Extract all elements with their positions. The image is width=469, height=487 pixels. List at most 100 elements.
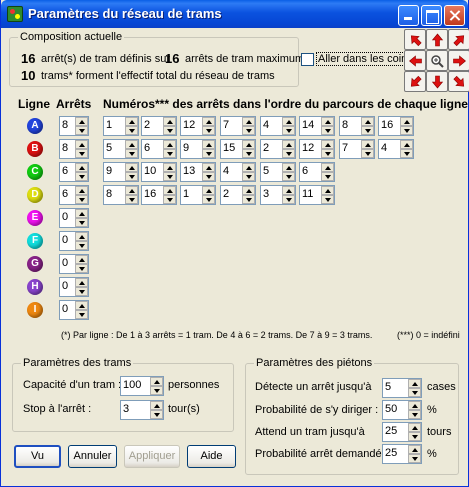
wait-spinner[interactable]: 25: [382, 422, 422, 442]
stop-number-spinner-c-6-up-button[interactable]: [321, 163, 334, 172]
stop-number-spinner-b-2-up-button[interactable]: [163, 140, 176, 149]
stops-spinner-e-down-button[interactable]: [75, 218, 88, 227]
stop-number-spinner-c-5-down-button[interactable]: [282, 172, 295, 181]
stop-number-spinner-d-4-down-button[interactable]: [242, 195, 255, 204]
stop-number-spinner-a-7-up-button[interactable]: [361, 117, 374, 126]
capacity-spinner[interactable]: 100: [120, 376, 164, 396]
stops-spinner-e-up-button[interactable]: [75, 209, 88, 218]
stop-number-spinner-d-2-down-button[interactable]: [163, 195, 176, 204]
stops-spinner-a-down-button[interactable]: [75, 126, 88, 135]
stops-spinner-f[interactable]: 0: [59, 231, 89, 251]
stops-spinner-h-up-button[interactable]: [75, 278, 88, 287]
arrow-up-left-button[interactable]: [404, 29, 426, 50]
stops-spinner-c-down-button[interactable]: [75, 172, 88, 181]
arrow-down-right-button[interactable]: [448, 71, 469, 92]
stop-number-spinner-b-8[interactable]: 4: [378, 139, 414, 159]
stop-number-spinner-d-2[interactable]: 16: [141, 185, 177, 205]
arrow-right-button[interactable]: [448, 50, 469, 71]
stop-number-spinner-a-3[interactable]: 12: [180, 116, 216, 136]
stop-number-spinner-a-5[interactable]: 4: [260, 116, 296, 136]
stop-number-spinner-b-2-down-button[interactable]: [163, 149, 176, 158]
prob-go-spinner[interactable]: 50: [382, 400, 422, 420]
stop-number-spinner-b-4-down-button[interactable]: [242, 149, 255, 158]
title-bar[interactable]: Paramètres du réseau de trams: [1, 0, 468, 28]
stop-number-spinner-b-5-down-button[interactable]: [282, 149, 295, 158]
stop-number-spinner-c-5-up-button[interactable]: [282, 163, 295, 172]
stop-number-spinner-d-4[interactable]: 2: [220, 185, 256, 205]
prob-go-up-button[interactable]: [408, 401, 421, 410]
detect-spinner[interactable]: 5: [382, 378, 422, 398]
stop-number-spinner-d-5[interactable]: 3: [260, 185, 296, 205]
stop-number-spinner-a-1-down-button[interactable]: [125, 126, 138, 135]
detect-down-button[interactable]: [408, 388, 421, 397]
stops-spinner-c-up-button[interactable]: [75, 163, 88, 172]
corners-checkbox[interactable]: [301, 53, 314, 66]
wait-up-button[interactable]: [408, 423, 421, 432]
stop-number-spinner-b-7-up-button[interactable]: [361, 140, 374, 149]
stop-number-spinner-a-6-down-button[interactable]: [321, 126, 334, 135]
stops-spinner-b-up-button[interactable]: [75, 140, 88, 149]
cancel-button[interactable]: Annuler: [68, 445, 117, 468]
stop-number-spinner-c-4[interactable]: 4: [220, 162, 256, 182]
stop-number-spinner-c-4-up-button[interactable]: [242, 163, 255, 172]
stop-number-spinner-b-6-up-button[interactable]: [321, 140, 334, 149]
stop-number-spinner-b-1[interactable]: 5: [103, 139, 139, 159]
stop-number-spinner-a-3-up-button[interactable]: [202, 117, 215, 126]
prob-stop-down-button[interactable]: [408, 454, 421, 463]
stop-number-spinner-b-8-up-button[interactable]: [400, 140, 413, 149]
stop-number-spinner-a-4-up-button[interactable]: [242, 117, 255, 126]
stop-duration-down-button[interactable]: [150, 410, 163, 419]
stop-number-spinner-b-3[interactable]: 9: [180, 139, 216, 159]
stop-number-spinner-b-4-up-button[interactable]: [242, 140, 255, 149]
prob-go-down-button[interactable]: [408, 410, 421, 419]
stop-number-spinner-a-5-down-button[interactable]: [282, 126, 295, 135]
stop-number-spinner-d-6-up-button[interactable]: [321, 186, 334, 195]
stop-number-spinner-c-2[interactable]: 10: [141, 162, 177, 182]
stop-number-spinner-b-6-down-button[interactable]: [321, 149, 334, 158]
apply-button[interactable]: Appliquer: [124, 445, 180, 468]
stops-spinner-b[interactable]: 8: [59, 139, 89, 159]
stop-number-spinner-d-5-down-button[interactable]: [282, 195, 295, 204]
arrow-down-button[interactable]: [426, 71, 448, 92]
stop-number-spinner-a-4[interactable]: 7: [220, 116, 256, 136]
corners-checkbox-label[interactable]: Aller dans les coins: [316, 52, 415, 66]
stop-number-spinner-b-8-down-button[interactable]: [400, 149, 413, 158]
detect-up-button[interactable]: [408, 379, 421, 388]
capacity-up-button[interactable]: [150, 377, 163, 386]
stop-number-spinner-d-3-up-button[interactable]: [202, 186, 215, 195]
stop-number-spinner-b-4[interactable]: 15: [220, 139, 256, 159]
stop-number-spinner-c-1-down-button[interactable]: [125, 172, 138, 181]
stop-number-spinner-b-7[interactable]: 7: [339, 139, 375, 159]
stops-spinner-d-down-button[interactable]: [75, 195, 88, 204]
stops-spinner-i[interactable]: 0: [59, 300, 89, 320]
stop-number-spinner-d-3[interactable]: 1: [180, 185, 216, 205]
stop-number-spinner-c-1-up-button[interactable]: [125, 163, 138, 172]
stop-number-spinner-a-1-up-button[interactable]: [125, 117, 138, 126]
stop-number-spinner-a-2-down-button[interactable]: [163, 126, 176, 135]
stop-number-spinner-a-8-up-button[interactable]: [400, 117, 413, 126]
arrow-up-button[interactable]: [426, 29, 448, 50]
prob-stop-spinner[interactable]: 25: [382, 444, 422, 464]
stops-spinner-g-down-button[interactable]: [75, 264, 88, 273]
close-button[interactable]: [444, 5, 465, 26]
stop-number-spinner-c-3-down-button[interactable]: [202, 172, 215, 181]
stop-number-spinner-d-6[interactable]: 11: [299, 185, 335, 205]
stop-duration-up-button[interactable]: [150, 401, 163, 410]
stop-number-spinner-d-5-up-button[interactable]: [282, 186, 295, 195]
stop-number-spinner-c-4-down-button[interactable]: [242, 172, 255, 181]
stops-spinner-c[interactable]: 6: [59, 162, 89, 182]
minimize-button[interactable]: [398, 5, 419, 26]
stops-spinner-h[interactable]: 0: [59, 277, 89, 297]
stop-number-spinner-b-3-up-button[interactable]: [202, 140, 215, 149]
stop-number-spinner-c-6[interactable]: 6: [299, 162, 335, 182]
stop-number-spinner-b-3-down-button[interactable]: [202, 149, 215, 158]
ok-button[interactable]: Vu: [14, 445, 61, 468]
stop-number-spinner-a-6-up-button[interactable]: [321, 117, 334, 126]
stop-number-spinner-a-5-up-button[interactable]: [282, 117, 295, 126]
stops-spinner-f-down-button[interactable]: [75, 241, 88, 250]
stops-spinner-i-down-button[interactable]: [75, 310, 88, 319]
stop-number-spinner-d-1-down-button[interactable]: [125, 195, 138, 204]
stops-spinner-f-up-button[interactable]: [75, 232, 88, 241]
stop-number-spinner-c-5[interactable]: 5: [260, 162, 296, 182]
stops-spinner-d[interactable]: 6: [59, 185, 89, 205]
